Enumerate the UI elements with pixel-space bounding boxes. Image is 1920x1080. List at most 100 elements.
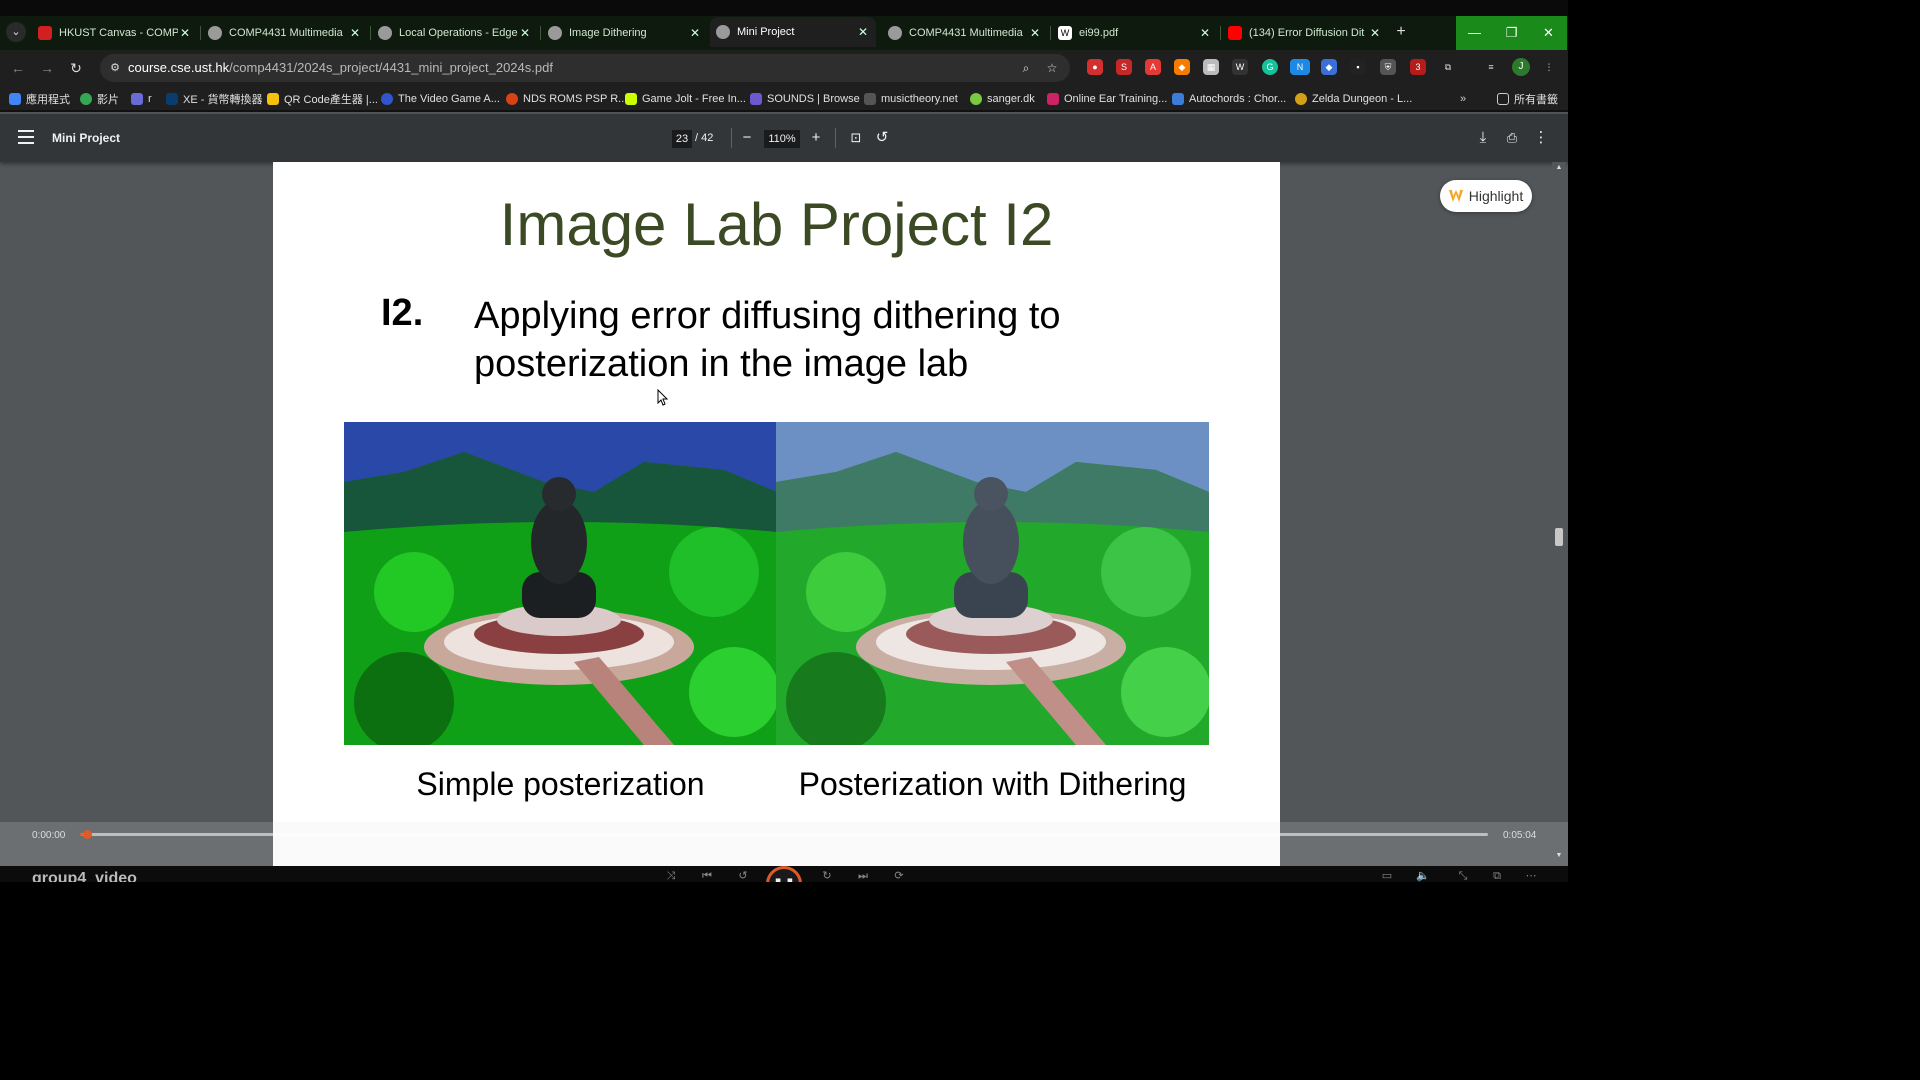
- minimize-icon[interactable]: —: [1456, 16, 1493, 50]
- tab[interactable]: COMP4431 Multimedia ✕: [202, 20, 368, 46]
- tab-active[interactable]: Mini Project ✕: [710, 17, 876, 47]
- bookmark-item[interactable]: SOUNDS | Browse: [750, 91, 860, 107]
- youtube-icon: [1228, 26, 1242, 40]
- bookmark-item[interactable]: musictheory.net: [864, 91, 958, 107]
- slide-title: Image Lab Project I2: [499, 191, 1054, 258]
- reload-icon[interactable]: ↻: [67, 59, 85, 77]
- more-icon[interactable]: ⋯: [1524, 870, 1538, 882]
- extension-icon[interactable]: ◆: [1321, 59, 1337, 75]
- url-text[interactable]: course.cse.ust.hk/comp4431/2024s_project…: [128, 60, 553, 75]
- mini-player-icon[interactable]: ⧉: [1490, 870, 1504, 882]
- repeat-icon[interactable]: ⟳: [892, 870, 906, 882]
- close-icon[interactable]: ✕: [518, 26, 532, 40]
- bookmark-star-icon[interactable]: ☆: [1044, 60, 1060, 76]
- bookmark-item[interactable]: NDS ROMS PSP R...: [506, 91, 627, 107]
- site-info-icon[interactable]: ⚙: [108, 61, 122, 75]
- seek-handle[interactable]: [83, 830, 92, 839]
- metamask-icon[interactable]: ◆: [1174, 59, 1190, 75]
- close-icon[interactable]: ✕: [688, 26, 702, 40]
- qr-icon: [267, 93, 279, 105]
- bookmark-item[interactable]: r: [131, 91, 152, 107]
- close-icon[interactable]: ✕: [856, 25, 870, 39]
- tab[interactable]: HKUST Canvas - COMP4 ✕: [32, 20, 198, 46]
- pause-button[interactable]: ❚❚: [766, 866, 802, 882]
- close-icon[interactable]: ✕: [178, 26, 192, 40]
- close-window-icon[interactable]: ✕: [1530, 16, 1567, 50]
- close-icon[interactable]: ✕: [1368, 26, 1382, 40]
- bookmark-item[interactable]: QR Code產生器 |...: [267, 91, 378, 107]
- tab[interactable]: Local Operations - Edge ✕: [372, 20, 538, 46]
- close-icon[interactable]: ✕: [348, 26, 362, 40]
- bookmark-item[interactable]: XE - 貨幣轉換器: [166, 91, 262, 107]
- skip-next-icon[interactable]: ⏭: [856, 870, 870, 882]
- url-path: /comp4431/2024s_project/4431_mini_projec…: [229, 60, 553, 75]
- seek-track[interactable]: [80, 833, 1488, 836]
- bookmark-item[interactable]: Game Jolt - Free In...: [625, 91, 746, 107]
- tab[interactable]: (134) Error Diffusion Dit ✕: [1222, 20, 1388, 46]
- skip-previous-icon[interactable]: ⏮: [700, 870, 714, 882]
- extension-icon[interactable]: ●: [1087, 59, 1103, 75]
- video-controls: group4_video ⤨ ⏮ ↺ ❚❚ ↻ ⏭ ⟳ ▭ 🔈 ⤡ ⧉ ⋯: [0, 866, 1568, 882]
- scroll-up-icon[interactable]: ▲: [1555, 164, 1563, 172]
- download-icon[interactable]: ⤓: [1473, 128, 1493, 148]
- bookmark-item[interactable]: 應用程式: [9, 91, 70, 107]
- tab[interactable]: COMP4431 Multimedia ✕: [882, 20, 1048, 46]
- music-icon: [864, 93, 876, 105]
- profile-avatar[interactable]: J: [1512, 58, 1530, 76]
- minimize-player-icon[interactable]: ⤡: [1456, 870, 1470, 882]
- bookmark-item[interactable]: 影片: [80, 91, 119, 107]
- zoom-input[interactable]: 110%: [764, 130, 800, 148]
- forward-icon[interactable]: →: [38, 59, 56, 77]
- bookmark-item[interactable]: Autochords : Chor...: [1172, 91, 1286, 107]
- bookmark-item[interactable]: Online Ear Training...: [1047, 91, 1167, 107]
- extension-icon[interactable]: ▦: [1203, 59, 1219, 75]
- zoom-in-icon[interactable]: +: [806, 128, 826, 148]
- tab-separator: [370, 26, 371, 40]
- extension-icon[interactable]: ▪: [1350, 59, 1366, 75]
- bookmark-item[interactable]: The Video Game A...: [381, 91, 500, 107]
- tab[interactable]: Image Dithering ✕: [542, 20, 708, 46]
- adblock-icon[interactable]: A: [1145, 59, 1161, 75]
- bookmark-item[interactable]: Zelda Dungeon - L...: [1295, 91, 1412, 107]
- scrollbar-thumb[interactable]: [1555, 528, 1563, 546]
- tab-search-icon[interactable]: ⌄: [6, 22, 26, 42]
- print-icon[interactable]: ⎙: [1502, 128, 1522, 148]
- shield-icon[interactable]: ⛨: [1380, 59, 1396, 75]
- extension-icon[interactable]: W: [1232, 59, 1248, 75]
- zoom-out-icon[interactable]: −: [737, 128, 757, 148]
- new-tab-icon[interactable]: +: [1392, 23, 1410, 41]
- divider: [0, 110, 1568, 112]
- subtitles-icon[interactable]: ▭: [1380, 870, 1394, 882]
- tab-title: Image Dithering: [569, 27, 647, 39]
- more-vert-icon[interactable]: ⋮: [1541, 59, 1557, 75]
- scrollbar[interactable]: ▲ ▼: [1552, 162, 1566, 866]
- reading-list-icon[interactable]: ≡: [1483, 59, 1499, 75]
- puzzle-icon[interactable]: ⧉: [1440, 59, 1456, 75]
- close-icon[interactable]: ✕: [1198, 26, 1212, 40]
- more-options-icon[interactable]: ⋮: [1531, 128, 1551, 148]
- back-icon[interactable]: ←: [9, 59, 27, 77]
- restore-icon[interactable]: ❐: [1493, 16, 1530, 50]
- tab[interactable]: W ei99.pdf ✕: [1052, 20, 1218, 46]
- grammarly-icon[interactable]: G: [1262, 59, 1278, 75]
- address-bar[interactable]: ⚙ course.cse.ust.hk/comp4431/2024s_proje…: [100, 54, 1070, 82]
- fit-page-icon[interactable]: ⊡: [846, 128, 866, 148]
- menu-icon[interactable]: [18, 130, 34, 144]
- bookmarks-folder-label: 所有書籤: [1514, 94, 1558, 106]
- extension-new-icon[interactable]: N: [1290, 59, 1310, 75]
- forward-icon[interactable]: ↻: [820, 870, 834, 882]
- close-icon[interactable]: ✕: [1028, 26, 1042, 40]
- sounds-icon: [750, 93, 762, 105]
- all-bookmarks-folder[interactable]: 所有書籤: [1497, 91, 1558, 107]
- replay-icon[interactable]: ↺: [736, 870, 750, 882]
- shuffle-icon[interactable]: ⤨: [664, 870, 678, 882]
- zoom-icon[interactable]: ⌕: [1018, 60, 1034, 76]
- bookmarks-overflow-icon[interactable]: »: [1460, 91, 1466, 107]
- bookmark-item[interactable]: sanger.dk: [970, 91, 1035, 107]
- highlight-button[interactable]: Highlight: [1440, 180, 1532, 212]
- volume-icon[interactable]: 🔈: [1416, 870, 1430, 882]
- page-number-input[interactable]: 23: [672, 130, 692, 148]
- extension-icon[interactable]: 3: [1410, 59, 1426, 75]
- extension-icon[interactable]: S: [1116, 59, 1132, 75]
- rotate-icon[interactable]: ↺: [872, 128, 892, 148]
